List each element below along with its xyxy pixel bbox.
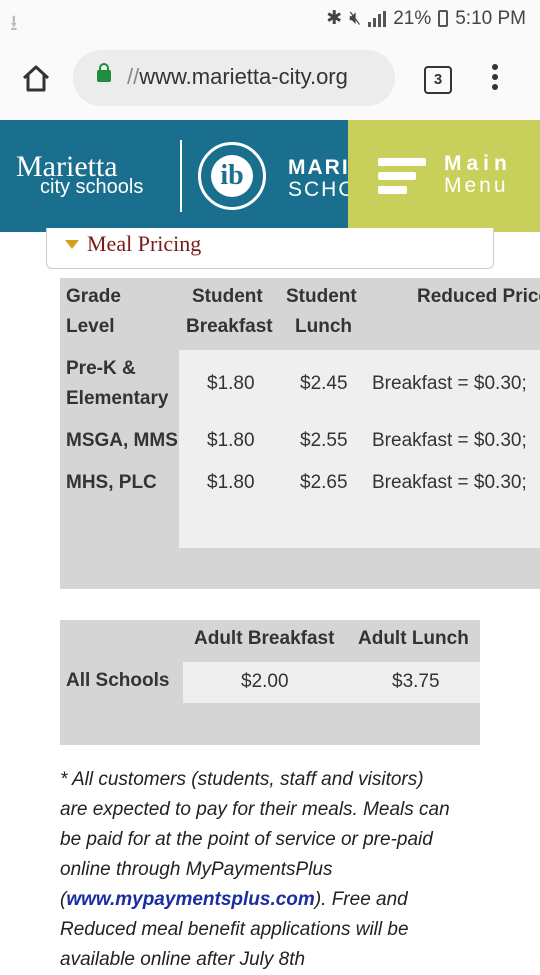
- payment-note: * All customers (students, staff and vis…: [60, 769, 450, 970]
- accordion-title: Meal Pricing: [87, 231, 202, 256]
- cell-lunch: $2.55: [300, 430, 348, 451]
- header-adult-breakfast: Adult Breakfast: [194, 628, 335, 649]
- cell-reduced: Breakfast = $0.30;: [372, 430, 527, 451]
- cell-breakfast: $1.80: [207, 430, 255, 451]
- cell-lunch: $2.45: [300, 373, 348, 394]
- meal-pricing-accordion[interactable]: Meal Pricing: [46, 228, 494, 269]
- cell-adult-breakfast: $2.00: [241, 671, 289, 692]
- header-brand-panel: Marietta city schools ib MARI SCHO: [0, 120, 355, 232]
- school-name-line2: SCHO: [288, 178, 357, 201]
- header-adult-lunch: Adult Lunch: [358, 628, 469, 649]
- header-student-breakfast: Breakfast: [186, 316, 273, 337]
- student-pricing-table: Grade Level Student Breakfast Student Lu…: [60, 278, 540, 589]
- tab-switcher-button[interactable]: 3: [424, 66, 452, 94]
- header-student-lunch: Lunch: [295, 316, 352, 337]
- bluetooth-icon: ✱: [326, 8, 343, 29]
- row-grade: Elementary: [66, 388, 169, 409]
- main-menu-label-line2: Menu: [444, 174, 509, 197]
- main-menu-button[interactable]: Main Menu: [348, 120, 540, 232]
- signal-icon: [368, 10, 387, 27]
- site-header: Marietta city schools ib MARI SCHO Main …: [0, 120, 540, 232]
- mypaymentsplus-link[interactable]: www.mypaymentsplus.com: [66, 889, 314, 910]
- mute-icon: 🔇︎: [349, 7, 362, 29]
- address-bar[interactable]: //www.marietta-city.org: [73, 50, 395, 106]
- brand-subtitle[interactable]: city schools: [40, 176, 143, 199]
- clock: 5:10 PM: [455, 7, 526, 29]
- lock-icon: [97, 63, 111, 82]
- header-grade: Level: [66, 316, 115, 337]
- row-grade: Pre-K &: [66, 358, 136, 379]
- cell-adult-lunch: $3.75: [392, 671, 440, 692]
- url-text[interactable]: //www.marietta-city.org: [127, 64, 348, 90]
- header-grade: Grade: [66, 286, 121, 307]
- row-grade: MHS, PLC: [66, 472, 157, 493]
- header-student-breakfast: Student: [192, 286, 263, 307]
- divider: [180, 140, 182, 212]
- row-grade: MSGA, MMS: [66, 430, 178, 451]
- school-name-line1: MARI: [288, 156, 350, 179]
- cell-lunch: $2.65: [300, 472, 348, 493]
- cell-reduced: Breakfast = $0.30;: [372, 373, 527, 394]
- battery-percent: 21%: [393, 7, 432, 29]
- main-menu-label-line1: Main: [444, 152, 512, 175]
- cell-breakfast: $1.80: [207, 472, 255, 493]
- cell-breakfast: $1.80: [207, 373, 255, 394]
- header-student-lunch: Student: [286, 286, 357, 307]
- home-icon[interactable]: [20, 62, 52, 94]
- battery-icon: [438, 10, 449, 27]
- row-label: All Schools: [66, 670, 170, 691]
- status-bar: ⭳ ✱ 🔇︎ 21% 5:10 PM: [0, 0, 540, 38]
- hamburger-icon: [378, 158, 426, 200]
- more-options-icon[interactable]: [492, 64, 500, 94]
- ib-logo: ib: [198, 142, 266, 210]
- caret-down-icon: [65, 240, 79, 249]
- cell-reduced: Breakfast = $0.30;: [372, 472, 527, 493]
- adult-pricing-table: Adult Breakfast Adult Lunch All Schools …: [60, 620, 480, 745]
- browser-toolbar: //www.marietta-city.org 3: [0, 38, 540, 120]
- header-reduced-price: Reduced Price: [417, 286, 540, 307]
